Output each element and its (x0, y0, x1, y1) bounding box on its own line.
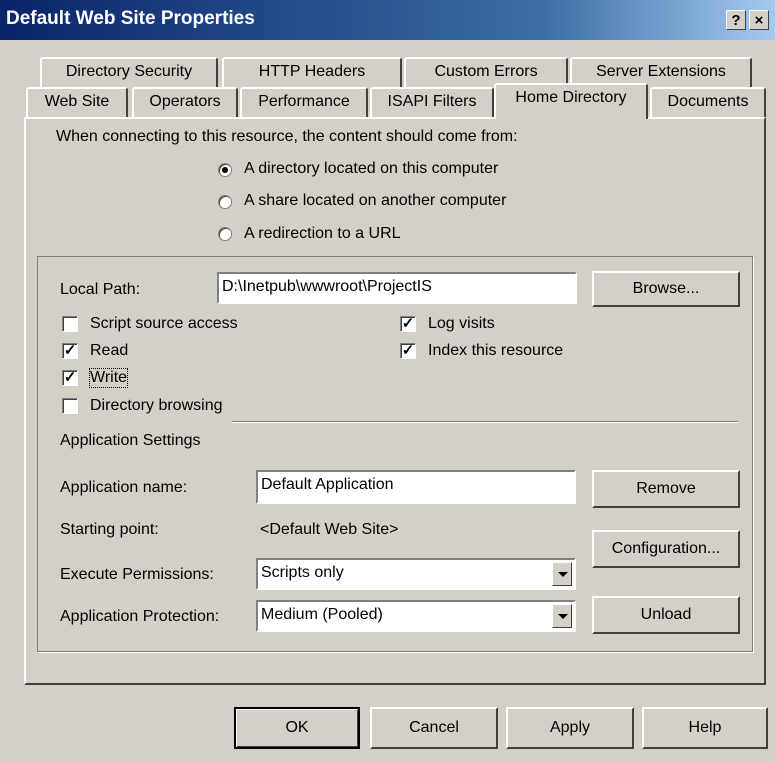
index-resource-label: Index this resource (428, 342, 564, 359)
window-title: Default Web Site Properties (6, 8, 255, 29)
local-path-label: Local Path: (60, 281, 141, 298)
local-path-field[interactable]: D:\Inetpub\wwwroot\ProjectIS (217, 272, 577, 304)
execute-permissions-value: Scripts only (261, 564, 344, 581)
app-protection-label: Application Protection: (60, 608, 220, 625)
log-visits-label: Log visits (428, 315, 495, 332)
chevron-down-icon[interactable] (552, 562, 572, 586)
log-visits-checkbox[interactable]: ✓ (400, 316, 416, 332)
directory-browsing-checkbox[interactable] (62, 398, 78, 414)
radio-local-directory[interactable] (218, 163, 232, 177)
app-name-label: Application name: (60, 479, 188, 496)
help-icon[interactable]: ? (726, 10, 746, 30)
tab-home-directory[interactable]: Home Directory (494, 83, 648, 119)
script-source-access-checkbox[interactable] (62, 316, 78, 332)
script-source-access-label: Script source access (90, 315, 238, 332)
index-resource-checkbox[interactable]: ✓ (400, 343, 416, 359)
help-button[interactable]: Help (642, 707, 768, 749)
tab-web-site[interactable]: Web Site (26, 87, 128, 117)
app-protection-value: Medium (Pooled) (261, 606, 383, 623)
radio-network-share-label: A share located on another computer (244, 192, 507, 209)
starting-point-value: <Default Web Site> (260, 521, 399, 538)
content-source-heading: When connecting to this resource, the co… (56, 128, 518, 145)
radio-local-directory-label: A directory located on this computer (244, 160, 499, 177)
app-protection-select[interactable]: Medium (Pooled) (256, 600, 576, 632)
radio-network-share[interactable] (218, 195, 232, 209)
tab-http-headers[interactable]: HTTP Headers (222, 57, 402, 87)
browse-button[interactable]: Browse... (592, 271, 740, 307)
starting-point-label: Starting point: (60, 521, 159, 538)
unload-button[interactable]: Unload (592, 596, 740, 634)
app-settings-separator (232, 421, 738, 423)
tab-isapi-filters[interactable]: ISAPI Filters (370, 87, 494, 117)
configuration-button[interactable]: Configuration... (592, 530, 740, 568)
apply-button[interactable]: Apply (506, 707, 634, 749)
execute-permissions-label: Execute Permissions: (60, 566, 214, 583)
chevron-down-icon[interactable] (552, 604, 572, 628)
close-icon[interactable]: × (749, 10, 769, 30)
ok-button[interactable]: OK (234, 707, 360, 749)
tab-directory-security[interactable]: Directory Security (40, 57, 218, 87)
tab-documents[interactable]: Documents (650, 87, 766, 117)
properties-dialog: Default Web Site Properties ? × Director… (0, 0, 775, 762)
write-checkbox[interactable]: ✓ (62, 370, 78, 386)
app-settings-heading: Application Settings (60, 432, 201, 449)
radio-url-redirect-label: A redirection to a URL (244, 225, 401, 242)
cancel-button[interactable]: Cancel (370, 707, 498, 749)
title-bar: Default Web Site Properties ? × (0, 0, 775, 40)
tab-operators[interactable]: Operators (132, 87, 238, 117)
read-checkbox[interactable]: ✓ (62, 343, 78, 359)
radio-url-redirect[interactable] (218, 227, 232, 241)
directory-browsing-label: Directory browsing (90, 397, 223, 414)
write-label: Write (88, 368, 129, 388)
app-name-field[interactable]: Default Application (256, 470, 576, 504)
tab-performance[interactable]: Performance (240, 87, 368, 117)
read-label: Read (90, 342, 129, 359)
execute-permissions-select[interactable]: Scripts only (256, 558, 576, 590)
remove-button[interactable]: Remove (592, 470, 740, 508)
